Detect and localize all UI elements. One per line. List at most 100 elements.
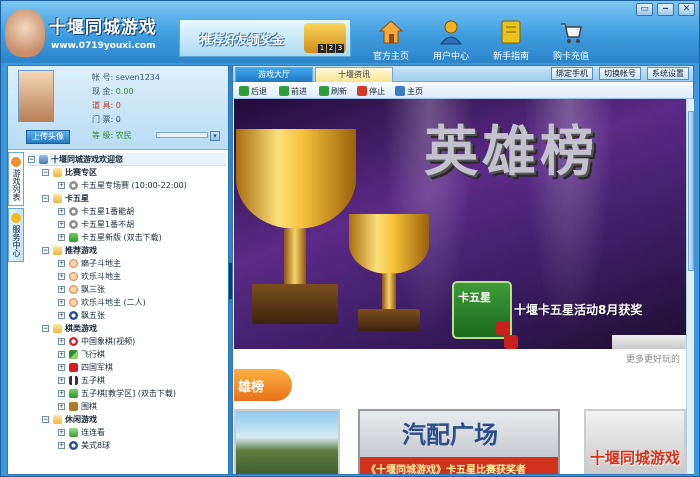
expand-icon[interactable]: + [58, 182, 65, 189]
tree-item-label: 四国军棋 [81, 363, 113, 372]
expand-icon[interactable]: + [58, 364, 65, 371]
user-icon [440, 20, 462, 45]
folder-icon [53, 194, 62, 203]
expand-icon[interactable]: + [58, 234, 65, 241]
close-button[interactable]: ✕ [678, 3, 695, 16]
expand-icon[interactable]: + [58, 390, 65, 397]
stop-button[interactable]: 停止 [357, 85, 385, 97]
tree-game-item[interactable]: + 飘五张 [28, 309, 226, 322]
tree-game-item[interactable]: + 欢乐斗地主 [28, 270, 226, 283]
tree-category[interactable]: − 比赛专区 [28, 166, 226, 179]
account-value: seven1234 [115, 73, 160, 82]
news-thumbnail[interactable]: 汽配广场 《十堰同城游戏》卡五星比赛获奖者 [358, 409, 560, 474]
tree-game-item[interactable]: + 连连看 [28, 426, 226, 439]
news-thumbnail[interactable]: 十堰同城游戏 [584, 409, 686, 474]
forward-button[interactable]: 前进 [279, 85, 307, 97]
logo-character-icon [5, 9, 45, 57]
tree-game-item[interactable]: + 四国军棋 [28, 361, 226, 374]
upload-avatar-button[interactable]: 上传头像 [26, 130, 70, 144]
tree-category[interactable]: − 棋类游戏 [28, 322, 226, 335]
switch-account-button[interactable]: 切换帐号 [599, 67, 641, 80]
tree-game-item[interactable]: + 卡五星1番能胡 [28, 205, 226, 218]
restore-button[interactable]: ▭ [636, 3, 653, 16]
tree-item-label: 中国象棋(视频) [81, 337, 136, 346]
expand-icon[interactable]: + [58, 221, 65, 228]
collapse-icon[interactable]: − [42, 325, 49, 332]
forward-icon [279, 86, 289, 96]
thumbnail-caption: 《十堰同城游戏》卡五星比赛获奖者 [366, 465, 526, 474]
face-icon [69, 272, 78, 281]
tree-game-item[interactable]: + 卡五星专场赛 (10:00-22:00) [28, 179, 226, 192]
expand-icon[interactable]: + [58, 429, 65, 436]
hero-banner[interactable]: 英雄榜 卡五星 十堰卡五星活动8月获奖 [234, 99, 686, 353]
level-progress-bar [156, 132, 208, 138]
collapse-icon[interactable]: − [42, 416, 49, 423]
nav-card-recharge[interactable]: 购卡充值 [541, 19, 601, 62]
home-button[interactable]: 主页 [395, 85, 423, 97]
tree-game-item[interactable]: + 五子棋[教学区] (双击下载) [28, 387, 226, 400]
tree-game-item[interactable]: + 欢乐斗地主 (二人) [28, 296, 226, 309]
tree-game-item[interactable]: + 卡五星新版 (双击下载) [28, 231, 226, 244]
tree-category[interactable]: − 休闲游戏 [28, 413, 226, 426]
tab-service-center[interactable]: 服务中心 [8, 208, 24, 262]
collapse-icon[interactable]: − [42, 195, 49, 202]
expand-icon[interactable]: + [58, 208, 65, 215]
tree-game-item[interactable]: + 飞行棋 [28, 348, 226, 361]
field-label: 道 具: [92, 101, 114, 110]
folder-icon [53, 324, 62, 333]
tab-game-lobby[interactable]: 游戏大厅 [235, 67, 313, 82]
trophy-icon [344, 214, 444, 334]
tab-game-list[interactable]: 游戏列表 [8, 152, 24, 206]
tree-category[interactable]: − 推荐游戏 [28, 244, 226, 257]
tree-game-item[interactable]: + 中国象棋(视频) [28, 335, 226, 348]
bind-phone-button[interactable]: 绑定手机 [551, 67, 593, 80]
back-icon [239, 86, 249, 96]
tree-category[interactable]: − 卡五星 [28, 192, 226, 205]
tree-game-item[interactable]: + 卡五星1番不胡 [28, 218, 226, 231]
hero-ribbon[interactable]: 雄榜 [234, 369, 292, 401]
tab-shiyan-news[interactable]: 十堰资讯 [315, 67, 393, 82]
expand-icon[interactable]: + [58, 299, 65, 306]
nav-official-home[interactable]: 官方主页 [361, 19, 421, 62]
nav-beginner-guide[interactable]: 新手指南 [481, 19, 541, 62]
field-label: 等 级: [92, 131, 114, 140]
tree-game-item[interactable]: + 飘三张 [28, 283, 226, 296]
profile-dropdown-button[interactable]: ▾ [210, 131, 220, 141]
minimize-button[interactable]: ‒ [657, 3, 674, 16]
cash-value: 0.00 [115, 87, 134, 96]
collapse-icon[interactable]: − [42, 247, 49, 254]
system-settings-button[interactable]: 系统设置 [647, 67, 689, 80]
tree-item-label: 卡五星1番能胡 [81, 207, 135, 216]
tree-category-label: 比赛专区 [65, 168, 97, 177]
referral-banner[interactable]: 推荐好友领奖金 1 2 3 [179, 19, 351, 57]
vtab-label: 游戏列表 [12, 169, 21, 201]
expand-icon[interactable]: + [58, 260, 65, 267]
tree-game-item[interactable]: + 美式8球 [28, 439, 226, 452]
service-icon [11, 213, 21, 223]
gomoku-icon [69, 376, 78, 385]
tree-root[interactable]: − 十堰同城游戏欢迎您 [28, 153, 226, 166]
news-thumbnail[interactable] [234, 409, 340, 474]
tree-game-item[interactable]: + 围棋 [28, 400, 226, 413]
expand-icon[interactable]: + [58, 338, 65, 345]
dice-icon [496, 321, 510, 335]
refresh-button[interactable]: 刷新 [319, 85, 347, 97]
tree-item-label: 欢乐斗地主 [81, 272, 121, 281]
avatar[interactable] [18, 70, 54, 122]
tree-game-item[interactable]: + 癞子斗地主 [28, 257, 226, 270]
expand-icon[interactable]: + [58, 403, 65, 410]
tree-item-label: 五子棋[教学区] (双击下载) [81, 389, 177, 398]
collapse-icon[interactable]: − [42, 169, 49, 176]
vertical-scrollbar[interactable] [686, 99, 694, 474]
expand-icon[interactable]: + [58, 377, 65, 384]
nav-user-center[interactable]: 用户中心 [421, 19, 481, 62]
expand-icon[interactable]: + [58, 286, 65, 293]
collapse-icon[interactable]: − [28, 155, 35, 163]
expand-icon[interactable]: + [58, 351, 65, 358]
back-button[interactable]: 后退 [239, 85, 267, 97]
tree-game-item[interactable]: + 五子棋 [28, 374, 226, 387]
expand-icon[interactable]: + [58, 442, 65, 449]
expand-icon[interactable]: + [58, 273, 65, 280]
scrollbar-thumb[interactable] [688, 111, 694, 271]
expand-icon[interactable]: + [58, 312, 65, 319]
